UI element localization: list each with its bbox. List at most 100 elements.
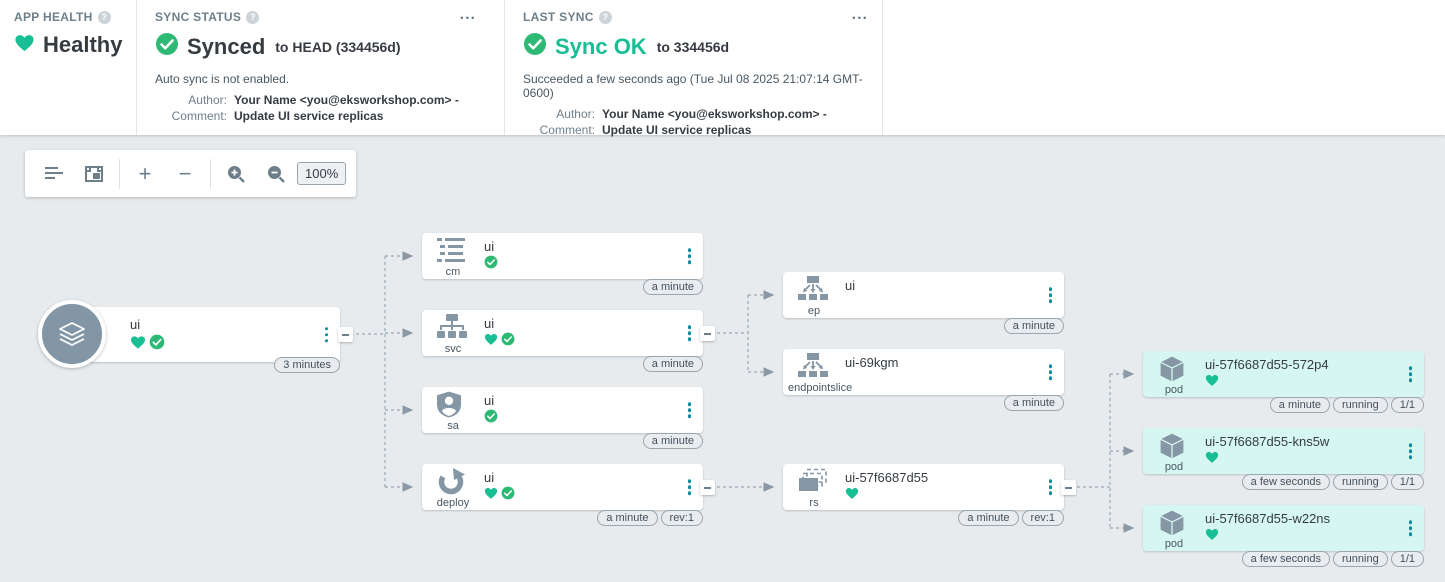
node-chips: a minute xyxy=(1004,395,1064,411)
resource-kind-label: ep xyxy=(783,305,845,317)
toolbar-divider xyxy=(210,159,211,189)
author-value: Your Name <you@eksworkshop.com> - xyxy=(234,93,459,107)
node-menu-button[interactable] xyxy=(1045,475,1057,499)
resource-node-pod-ui-57f6687d55-kns5w[interactable]: pod ui-57f6687d55-kns5w xyxy=(1143,428,1424,474)
author-label: Author: xyxy=(155,93,227,107)
help-icon[interactable]: ? xyxy=(599,11,612,24)
resource-node-pod-ui-57f6687d55-w22ns[interactable]: pod ui-57f6687d55-w22ns xyxy=(1143,505,1424,551)
resource-node-svc-ui[interactable]: svc ui xyxy=(422,310,703,356)
node-menu-button[interactable] xyxy=(321,323,333,347)
status-icons xyxy=(845,486,859,500)
application-icon[interactable] xyxy=(38,300,106,368)
ready-chip: 1/1 xyxy=(1391,397,1424,413)
phase-chip: running xyxy=(1333,474,1388,490)
last-sync-panel: LAST SYNC ? ... Sync OK to 334456d Succe… xyxy=(505,0,883,135)
app-health-panel: APP HEALTH ? Healthy xyxy=(0,0,137,135)
healthy-heart-icon xyxy=(484,332,498,346)
synced-check-icon xyxy=(501,486,515,500)
resource-kind-label: pod xyxy=(1143,461,1205,473)
age-chip: a few seconds xyxy=(1242,474,1330,490)
comment-label: Comment: xyxy=(155,109,227,123)
age-chip: a minute xyxy=(1270,397,1330,413)
resource-kind-label: endpointslice xyxy=(788,382,852,394)
healthy-heart-icon xyxy=(845,486,859,500)
resource-name: ui-57f6687d55-kns5w xyxy=(1205,434,1329,449)
pod-icon xyxy=(1158,432,1190,460)
ready-chip: 1/1 xyxy=(1391,474,1424,490)
app-health-value: Healthy xyxy=(43,32,122,58)
resource-node-pod-ui-57f6687d55-572p4[interactable]: pod ui-57f6687d55-572p4 xyxy=(1143,351,1424,397)
app-health-label: APP HEALTH xyxy=(14,10,93,24)
sync-status-value: Synced xyxy=(187,34,265,60)
collapse-handle[interactable] xyxy=(1061,480,1076,495)
resource-node-deploy-ui[interactable]: deploy ui xyxy=(422,464,703,510)
phase-chip: running xyxy=(1333,551,1388,567)
help-icon[interactable]: ? xyxy=(246,11,259,24)
resource-name: ui xyxy=(484,316,494,331)
age-chip: a few seconds xyxy=(1242,551,1330,567)
node-chips: a minute rev:1 xyxy=(597,510,703,526)
node-chips: a minute xyxy=(643,433,703,449)
node-chips: a few seconds running 1/1 xyxy=(1242,551,1424,567)
healthy-heart-icon xyxy=(1205,450,1219,464)
last-sync-revision[interactable]: to 334456d xyxy=(657,39,729,55)
node-menu-button[interactable] xyxy=(1405,439,1417,463)
resource-node-endpointslice-ui-69kgm[interactable]: endpointslice ui-69kgm xyxy=(783,349,1064,395)
collapse-handle[interactable] xyxy=(338,327,353,342)
status-icons xyxy=(1205,527,1219,541)
node-menu-button[interactable] xyxy=(684,321,696,345)
list-view-button[interactable] xyxy=(35,157,73,191)
node-menu-button[interactable] xyxy=(684,244,696,268)
age-chip: a minute xyxy=(1004,318,1064,334)
resource-node-sa-ui[interactable]: sa ui xyxy=(422,387,703,433)
configmap-icon xyxy=(437,237,469,265)
sync-revision[interactable]: to HEAD (334456d) xyxy=(275,39,400,55)
node-menu-button[interactable] xyxy=(1405,516,1417,540)
application-node-ui[interactable]: ui xyxy=(88,307,340,362)
zoom-in-button[interactable]: + xyxy=(126,157,164,191)
status-icons xyxy=(484,332,515,346)
magnify-out-icon[interactable] xyxy=(257,157,295,191)
resource-kind-label: svc xyxy=(422,343,484,355)
resource-kind-label: cm xyxy=(422,266,484,278)
resource-name: ui-57f6687d55 xyxy=(845,470,928,485)
resource-tree-canvas[interactable]: + − 100% ui 3 minutes cm ui xyxy=(0,135,1445,582)
synced-check-icon xyxy=(155,32,179,61)
last-sync-note: Succeeded a few seconds ago (Tue Jul 08 … xyxy=(523,72,882,100)
collapse-handle[interactable] xyxy=(700,480,715,495)
replicaset-icon xyxy=(798,468,830,496)
zoom-level-input[interactable]: 100% xyxy=(297,162,346,185)
node-chips: 3 minutes xyxy=(274,357,340,373)
resource-node-ep-ui[interactable]: ep ui xyxy=(783,272,1064,318)
sync-status-panel: SYNC STATUS ? ... Synced to HEAD (334456… xyxy=(137,0,505,135)
node-menu-button[interactable] xyxy=(1405,362,1417,386)
fit-to-screen-button[interactable] xyxy=(75,157,113,191)
app-summary-header: APP HEALTH ? Healthy SYNC STATUS ? ... S… xyxy=(0,0,1445,135)
age-chip: a minute xyxy=(643,356,703,372)
help-icon[interactable]: ? xyxy=(98,11,111,24)
phase-chip: running xyxy=(1333,397,1388,413)
node-chips: a minute xyxy=(643,279,703,295)
revision-chip: rev:1 xyxy=(1022,510,1064,526)
resource-node-rs-ui-57f6687d55[interactable]: rs ui-57f6687d55 xyxy=(783,464,1064,510)
node-menu-button[interactable] xyxy=(684,398,696,422)
resource-name: ui-57f6687d55-572p4 xyxy=(1205,357,1329,372)
node-menu-button[interactable] xyxy=(684,475,696,499)
resource-name: ui-69kgm xyxy=(845,355,898,370)
age-chip: a minute xyxy=(643,279,703,295)
collapse-handle[interactable] xyxy=(700,326,715,341)
magnify-in-icon[interactable] xyxy=(217,157,255,191)
resource-name: ui xyxy=(484,393,494,408)
pod-icon xyxy=(1158,509,1190,537)
synced-check-icon xyxy=(149,334,165,350)
sync-status-menu-button[interactable]: ... xyxy=(460,10,476,20)
last-sync-menu-button[interactable]: ... xyxy=(852,10,868,20)
node-menu-button[interactable] xyxy=(1045,283,1057,307)
zoom-out-button[interactable]: − xyxy=(166,157,204,191)
status-icons xyxy=(484,486,515,500)
resource-node-cm-ui[interactable]: cm ui xyxy=(422,233,703,279)
resource-kind-label: deploy xyxy=(422,497,484,509)
status-icons xyxy=(484,255,498,269)
last-sync-label: LAST SYNC xyxy=(523,10,594,24)
node-menu-button[interactable] xyxy=(1045,360,1057,384)
